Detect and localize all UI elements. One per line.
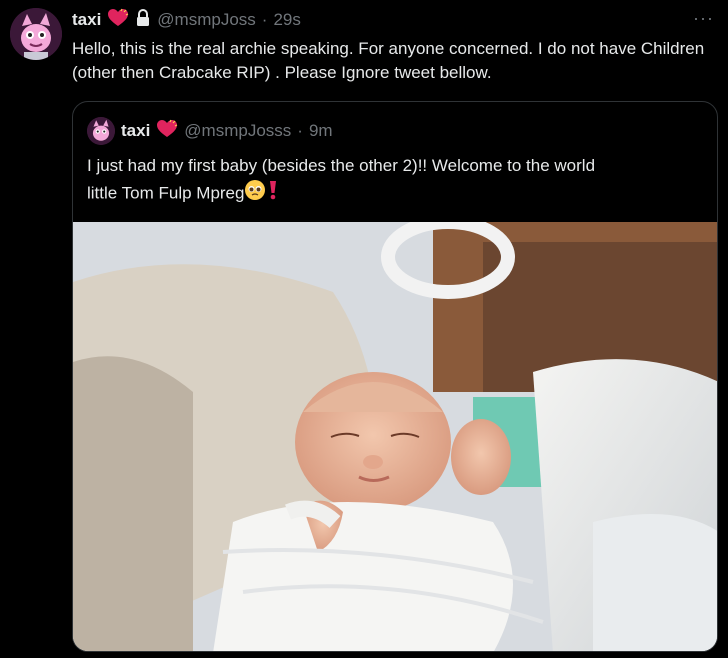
avatar-image	[10, 8, 62, 60]
more-options-icon[interactable]: ···	[693, 8, 714, 29]
timestamp[interactable]: 29s	[273, 10, 300, 30]
tweet-media-image[interactable]	[73, 222, 717, 651]
tweet-text: Hello, this is the real archie speaking.…	[72, 39, 705, 82]
quoted-tweet-header: taxi @msmpJosss · 9m	[87, 116, 333, 146]
quoted-timestamp[interactable]: 9m	[309, 121, 333, 141]
heart-badge-icon	[107, 8, 129, 33]
display-name[interactable]: taxi	[72, 10, 101, 30]
lock-icon	[135, 8, 151, 32]
quoted-username[interactable]: @msmpJosss	[184, 121, 291, 141]
quoted-text-line-1: I just had my first baby (besides the ot…	[87, 156, 596, 175]
quoted-avatar[interactable]	[87, 117, 115, 145]
quoted-heart-badge-icon	[156, 119, 178, 144]
tweet-header: taxi @msmpJoss · 29s	[72, 8, 301, 32]
quoted-tweet[interactable]: taxi @msmpJosss · 9m I just had my first…	[72, 101, 718, 652]
quoted-tweet-text: I just had my first baby (besides the ot…	[87, 153, 687, 209]
exclamation-emoji-icon	[266, 179, 280, 209]
quoted-display-name[interactable]: taxi	[121, 121, 150, 141]
quoted-text-line-2-content: little Tom Fulp Mpreg	[87, 183, 245, 203]
tweet[interactable]: taxi @msmpJoss · 29s ··· Hello, this is …	[0, 0, 728, 658]
quoted-separator-dot: ·	[297, 121, 303, 140]
quoted-avatar-image	[87, 117, 115, 145]
separator-dot: ·	[261, 10, 268, 29]
pleading-face-emoji-icon	[244, 179, 266, 209]
avatar[interactable]	[10, 8, 62, 60]
quoted-text-line-2: little Tom Fulp Mpreg	[87, 179, 687, 209]
baby-photo	[73, 222, 717, 651]
username[interactable]: @msmpJoss	[157, 10, 256, 30]
